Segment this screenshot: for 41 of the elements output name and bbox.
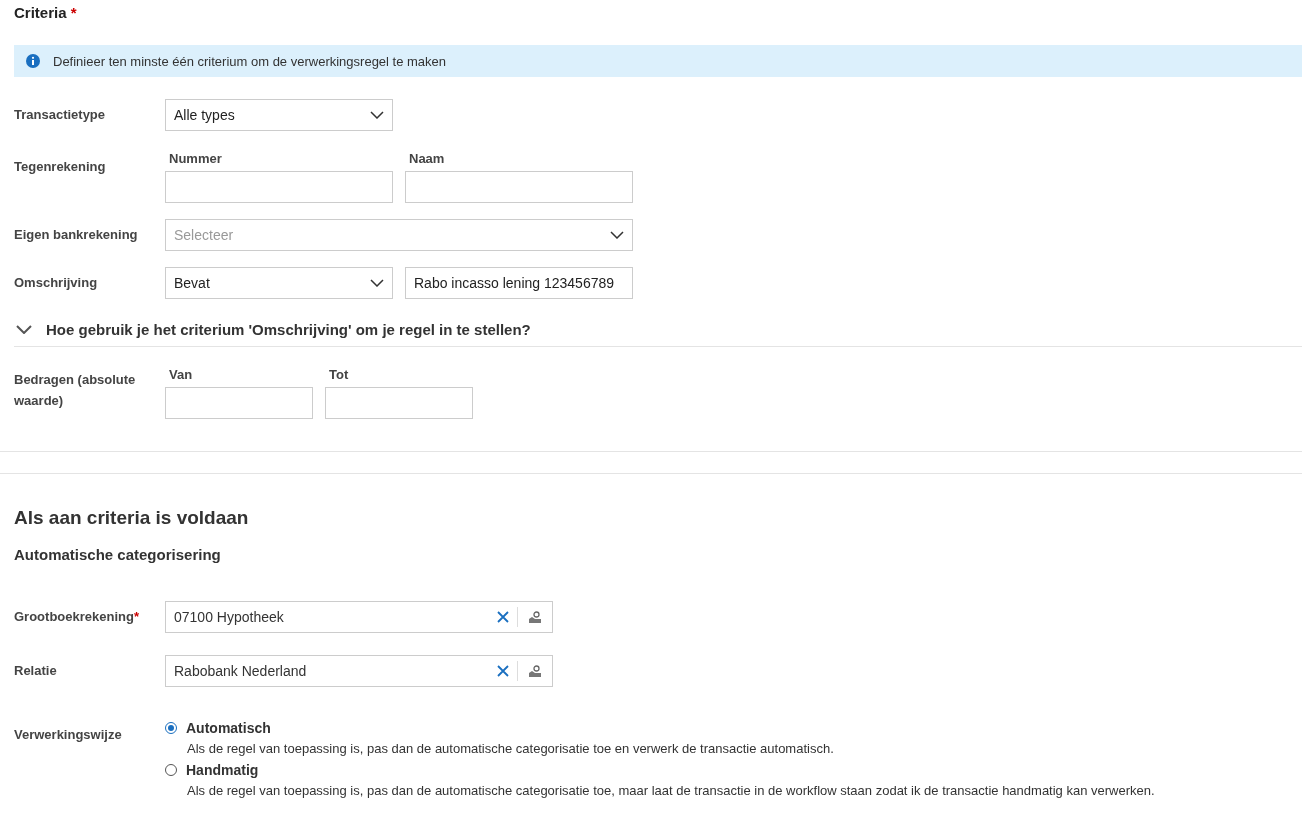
option-description: Als de regel van toepassing is, pas dan de automatische categorisatie toe en verwerk de transactie automatisch. xyxy=(186,741,835,756)
section-title: Criteria xyxy=(14,4,67,21)
help-toggle[interactable]: Hoe gebruik je het criterium 'Omschrijving' om je regel in te stellen? xyxy=(14,321,1302,347)
info-icon xyxy=(26,54,40,68)
chevron-down-icon xyxy=(610,231,624,239)
subsection-title: Automatische categorisering xyxy=(14,546,222,563)
lookup-icon[interactable] xyxy=(528,664,542,678)
field-label: Verwerkingswijze xyxy=(14,726,123,742)
field-label: Van xyxy=(168,367,194,384)
required-mark: * xyxy=(70,4,77,21)
chevron-down-icon xyxy=(370,111,384,119)
option-description: Als de regel van toepassing is, pas dan de automatische categorisatie toe, maar laat de transactie in de workflow staan zodat ik de transactie handmatig kan verwerken. xyxy=(186,783,1155,798)
input-field[interactable] xyxy=(325,387,473,419)
field-label: Transactietype xyxy=(14,106,107,122)
operator-dropdown[interactable]: Bevat xyxy=(165,267,393,299)
field-label: Tegenrekening xyxy=(14,158,107,174)
field-label: Relatie xyxy=(14,662,58,678)
field-label: Grootboekrekening xyxy=(14,609,134,624)
radio-option[interactable]: Handmatig xyxy=(165,762,1155,778)
ledger-lookup-field[interactable]: 07100 Hypotheek xyxy=(165,601,553,633)
field-label: Tot xyxy=(328,367,350,384)
chevron-down-icon xyxy=(16,325,32,334)
field-label: Eigen bankrekening xyxy=(14,226,139,242)
field-label: Nummer xyxy=(168,151,223,168)
required-mark: * xyxy=(133,609,139,624)
input-field[interactable] xyxy=(165,171,393,203)
chevron-down-icon xyxy=(370,279,384,287)
section-title: Als aan criteria is voldaan xyxy=(14,507,250,529)
field-label: Omschrijving xyxy=(14,274,99,290)
info-text: Definieer ten minste één criterium om de verwerkingsregel te maken xyxy=(53,53,447,69)
field-label: Bedragen (absolute waarde) xyxy=(14,371,137,410)
description-input[interactable]: Rabo incasso lening 123456789 xyxy=(405,267,633,299)
relation-lookup-field[interactable]: Rabobank Nederland xyxy=(165,655,553,687)
field-label: Naam xyxy=(408,151,446,168)
radio-option[interactable]: Automatisch xyxy=(165,720,1155,736)
clear-icon[interactable] xyxy=(497,611,509,623)
input-field[interactable] xyxy=(405,171,633,203)
input-field[interactable] xyxy=(165,387,313,419)
clear-icon[interactable] xyxy=(497,665,509,677)
transaction-type-dropdown[interactable]: Alle types xyxy=(165,99,393,131)
lookup-icon[interactable] xyxy=(528,610,542,624)
